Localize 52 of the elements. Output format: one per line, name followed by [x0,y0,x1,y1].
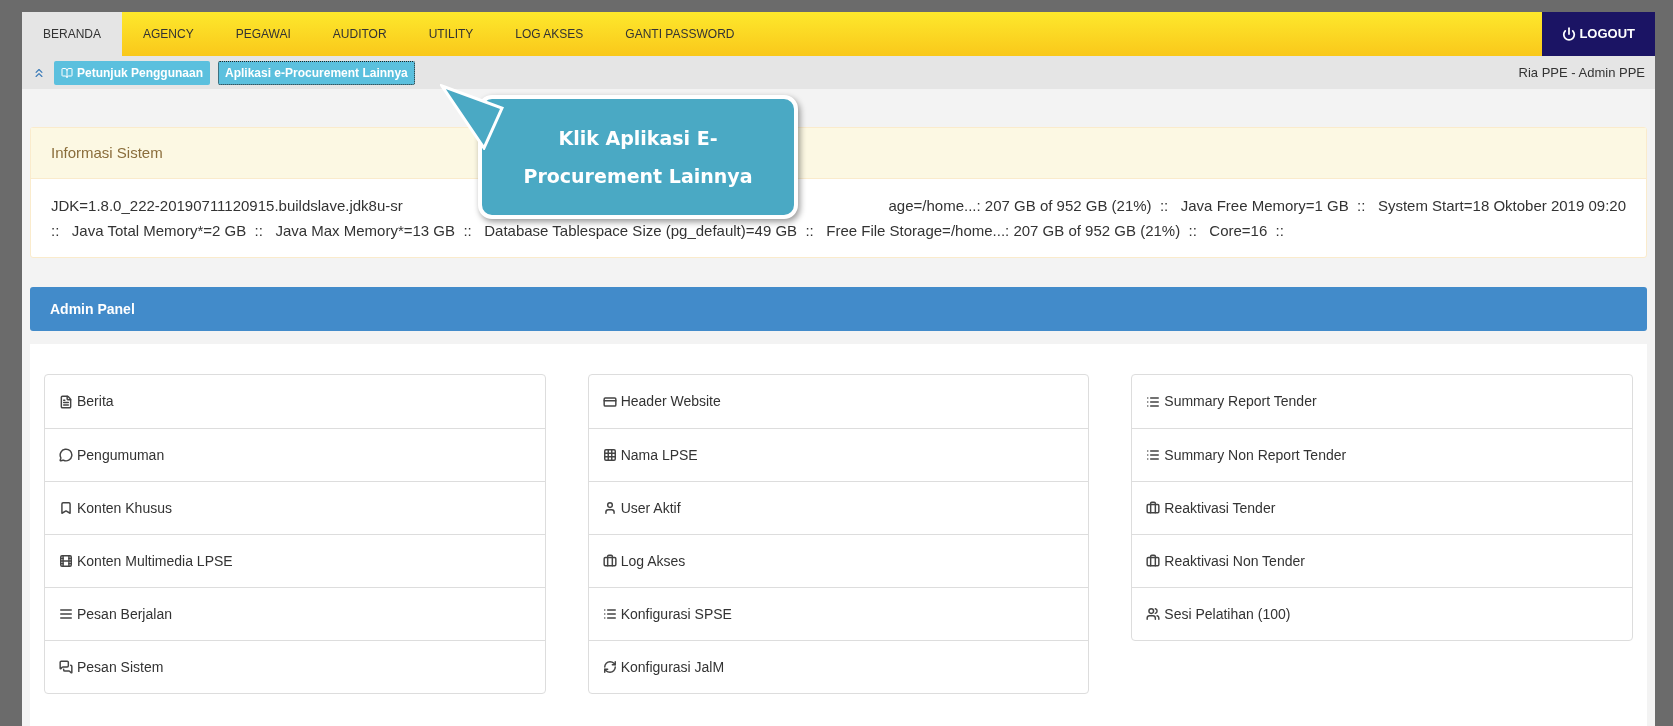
menu-item[interactable]: Berita [45,375,545,428]
logout-button[interactable]: LOGOUT [1542,12,1655,56]
nav-tab[interactable]: PEGAWAI [214,12,312,56]
bookmark-icon [59,501,73,515]
menu-item[interactable]: Pengumuman [45,428,545,481]
list-icon [1146,448,1161,462]
list-icon [1146,394,1161,409]
menu-item[interactable]: Pesan Sistem [45,640,545,693]
menu-item[interactable]: Konfigurasi JalM [588,640,1089,693]
briefcase-icon [1146,501,1161,515]
callout-text: Klik Aplikasi E- [558,125,718,151]
film-icon [59,554,73,568]
info-text: JDK=1.8.0_222-20190711120915.buildslave.jdk8u-sr [51,196,403,216]
menu-item[interactable]: Konten Multimedia LPSE [45,534,545,587]
book-icon [61,66,73,79]
nav-tab[interactable]: AGENCY [122,12,215,56]
menu-item[interactable]: Pesan Berjalan [45,587,545,640]
nav-tab[interactable]: UTILITY [407,12,495,56]
menu-item[interactable]: Konfigurasi SPSE [588,587,1089,640]
menu-item[interactable]: Reaktivasi Tender [1132,481,1632,534]
info-text: age=/home...: 207 GB of 952 GB (21%) :: Java Free Memory=1 GB :: System Start=18 Oktober 2019 09:20 [888,196,1626,216]
info-text: :: Java Total Memory*=2 GB :: Java Max Memory*=13 GB :: Database Tablespace Size (pg_default)=49 GB :: Free File Storage=/home...: 207 GB of 952 GB (21%) :: Core=16 :: [51,222,1284,239]
briefcase-icon [602,554,617,568]
card-icon [602,394,617,409]
refresh-icon [602,660,617,674]
menu-item[interactable]: Reaktivasi Non Tender [1132,534,1632,587]
list-icon [602,607,617,621]
power-icon [1562,27,1577,41]
menu-item[interactable]: Konten Khusus [45,481,545,534]
panel-title: Admin Panel [50,299,135,319]
menu-item[interactable]: User Aktif [588,481,1089,534]
lines-icon [59,607,73,621]
menu-item[interactable]: Summary Report Tender [1132,375,1632,428]
menu-item[interactable]: Log Akses [588,534,1089,587]
nav-tab[interactable]: GANTI PASSWORD [604,12,756,56]
nav-tab[interactable]: LOG AKSES [494,12,605,56]
briefcase-icon [1146,554,1161,568]
menu-item[interactable]: Nama LPSE [588,428,1089,481]
menu-item[interactable]: Sesi Pelatihan (100) [1132,587,1632,640]
speech-bubble-icon [59,448,73,462]
menu-item[interactable]: Summary Non Report Tender [1132,428,1632,481]
menu-item[interactable]: Header Website [588,375,1089,428]
speech-bubbles-icon [59,660,73,674]
nav-tab[interactable]: BERANDA [22,12,122,56]
document-icon [59,394,73,409]
user-icon [602,501,617,515]
panel-title: Informasi Sistem [51,144,163,161]
user-label: Ria PPE - Admin PPE [1518,63,1645,82]
callout-text: Procurement Lainnya [523,164,753,189]
users-icon [1146,607,1161,621]
grid-icon [602,448,617,462]
nav-tab[interactable]: AUDITOR [311,12,408,56]
